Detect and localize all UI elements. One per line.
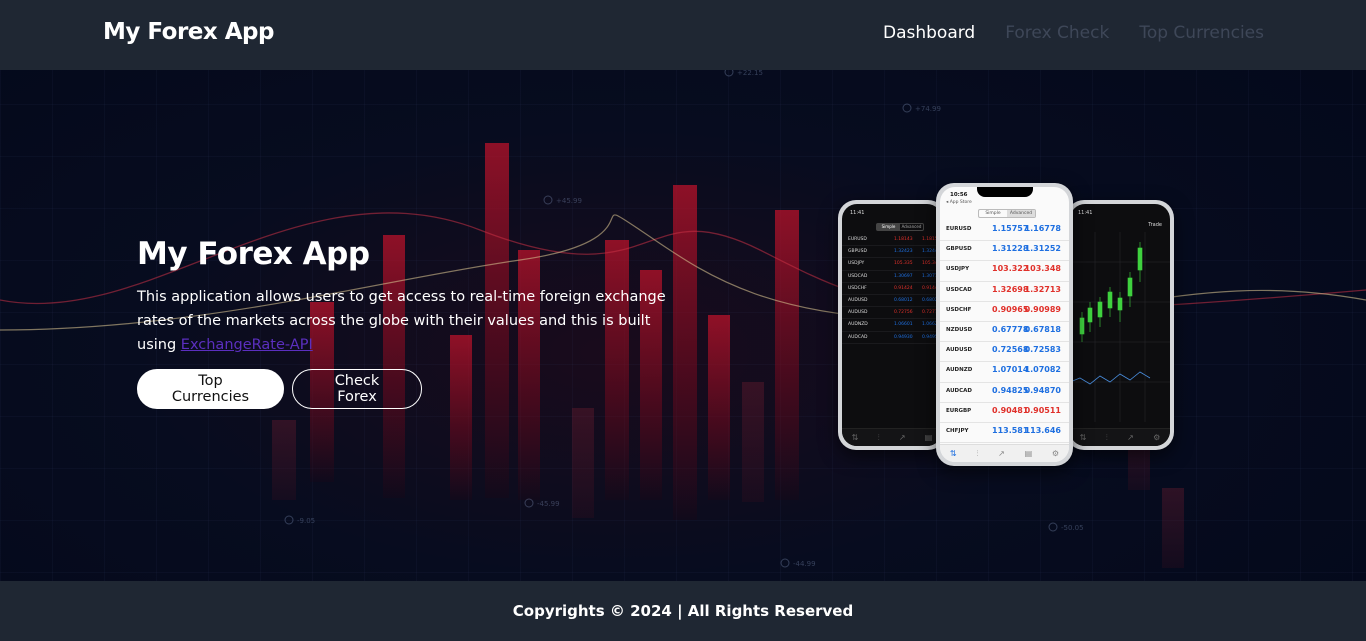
phone-left-segment: Simple Advanced <box>876 223 924 231</box>
trade-icon: ↗ <box>998 449 1005 458</box>
nav-top-currencies[interactable]: Top Currencies <box>1139 23 1264 43</box>
nav-forex-check[interactable]: Forex Check <box>1005 23 1109 43</box>
quote-row: GBPUSD 1.31228 1.31252 <box>940 241 1069 262</box>
quote-row: AUDNZD 1.07014 1.07082 <box>940 362 1069 383</box>
chart-icon: ⫶ <box>877 432 880 442</box>
quote-row: GBPUSD 1.32423 1.32440 <box>842 246 942 259</box>
phone-right-time: 11:41 <box>1078 210 1093 216</box>
quotes-icon: ⇅ <box>949 449 957 458</box>
phone-left-screen: 11:41 Simple Advanced EURUSD 1.18143 1.181… <box>842 204 942 446</box>
hero-title: My Forex App <box>137 236 370 272</box>
hero-buttons: Top Currencies Check Forex <box>137 369 422 409</box>
bg-label-left-mid: +45.99 <box>556 197 582 205</box>
settings-icon: ⚙ <box>1051 449 1060 458</box>
bg-label-bottom-left: -9.05 <box>297 517 315 525</box>
phone-left-tab-advanced: Advanced <box>901 224 922 229</box>
phone-left: 11:41 Simple Advanced EURUSD 1.18143 1.181… <box>838 200 946 450</box>
bg-label-top: +22.15 <box>737 69 763 77</box>
top-currencies-button[interactable]: Top Currencies <box>137 369 284 409</box>
quotes-icon: ⇅ <box>851 433 859 442</box>
candlestick-chart <box>1070 232 1170 422</box>
quote-row: EURUSD 1.18143 1.18155 <box>842 234 942 247</box>
quote-row: AUDUSD 0.68012 0.68026 <box>842 295 942 308</box>
phone-notch <box>976 187 1033 197</box>
phone-left-tab-simple: Simple <box>877 224 900 230</box>
trade-icon: ↗ <box>898 433 906 442</box>
quote-row: USDCAD 1.32698 1.32713 <box>940 282 1069 302</box>
quote-row: AUDUSD 0.72756 0.72771 <box>842 307 942 320</box>
main-nav: Dashboard Forex Check Top Currencies <box>883 23 1264 43</box>
quote-row: CHFJPY 113.581 113.646 <box>940 423 1069 444</box>
trade-icon: ↗ <box>1127 433 1134 442</box>
phone-center-segment: Simple Advanced <box>978 209 1036 218</box>
quote-row: EURGBP 0.90481 0.90511 <box>940 403 1069 423</box>
quote-row: USDJPY 103.322 103.348 <box>940 261 1069 282</box>
phone-center-screen: 10:56 ◂ App Store Simple Advanced EURUSD… <box>940 187 1069 462</box>
phone-center-quotes: EURUSD 1.15757 1.16778 GBPUSD 1.31228 1.3125… <box>940 221 1069 444</box>
phone-left-tabbar: ⇅ ⫶ ↗ ▤ <box>842 428 942 446</box>
phone-center-time: 10:56 <box>950 192 968 198</box>
quote-row: AUDUSD 0.72568 0.72583 <box>940 342 1069 363</box>
check-forex-button[interactable]: Check Forex <box>292 369 422 409</box>
history-icon: ▤ <box>1024 449 1033 458</box>
quote-row: NZDUSD 0.67778 0.67818 <box>940 322 1069 343</box>
quote-row: AUDCAD 0.94825 0.94870 <box>940 383 1069 403</box>
phone-left-time: 11:41 <box>850 210 865 216</box>
footer: Copyrights © 2024 | All Rights Reserved <box>0 581 1366 641</box>
quote-row: USDCHF 0.90965 0.90989 <box>940 302 1069 322</box>
phone-center-tab-advanced: Advanced <box>1007 210 1035 217</box>
phone-right-screen: 11:41 Trade ⇅ ⫶ ↗ ⚙ <box>1070 204 1170 446</box>
chart-icon: ⫶ <box>1105 432 1108 442</box>
bg-label-bottom: -44.99 <box>793 560 816 568</box>
quote-row: USDJPY 105.335 105.349 <box>842 258 942 271</box>
quote-row: AUDNZD 1.06601 1.06621 <box>842 319 942 332</box>
bg-label-bottom-right: -50.05 <box>1061 524 1084 532</box>
phone-right-trade-label: Trade <box>1148 222 1162 228</box>
brand-logo[interactable]: My Forex App <box>103 19 274 45</box>
quotes-icon: ⇅ <box>1079 433 1087 442</box>
hero-description: This application allows users to get acc… <box>137 285 677 357</box>
phone-center-tabbar: ⇅ ⫶ ↗ ▤ ⚙ <box>940 444 1069 462</box>
exchangerate-api-link[interactable]: ExchangeRate-API <box>181 337 313 353</box>
phone-right: 11:41 Trade ⇅ ⫶ ↗ ⚙ <box>1066 200 1174 450</box>
phone-center: 10:56 ◂ App Store Simple Advanced EURUSD… <box>936 183 1073 466</box>
phone-center-back: ◂ App Store <box>946 200 972 205</box>
quote-row: USDCHF 0.91424 0.91440 <box>842 283 942 295</box>
chart-icon: ⫶ <box>976 448 979 458</box>
copyright-text: Copyrights © 2024 | All Rights Reserved <box>512 602 854 620</box>
settings-icon: ⚙ <box>1153 433 1161 442</box>
bg-label-bottom-center: -45.99 <box>537 500 560 508</box>
history-icon: ▤ <box>924 433 933 442</box>
phone-center-tab-simple: Simple <box>985 211 1001 216</box>
quote-row: USDCAD 1.30697 1.30711 <box>842 271 942 283</box>
quote-row: EURUSD 1.15757 1.16778 <box>940 221 1069 242</box>
quote-row: AUDCAD 0.94930 0.94950 <box>842 332 942 344</box>
phone-right-tabbar: ⇅ ⫶ ↗ ⚙ <box>1070 428 1170 446</box>
bg-label-upper: +74.99 <box>915 105 941 113</box>
nav-dashboard[interactable]: Dashboard <box>883 23 975 43</box>
navbar: My Forex App Dashboard Forex Check Top C… <box>0 0 1366 70</box>
phone-left-quotes: EURUSD 1.18143 1.18155 GBPUSD 1.32423 1.3244… <box>842 234 942 344</box>
